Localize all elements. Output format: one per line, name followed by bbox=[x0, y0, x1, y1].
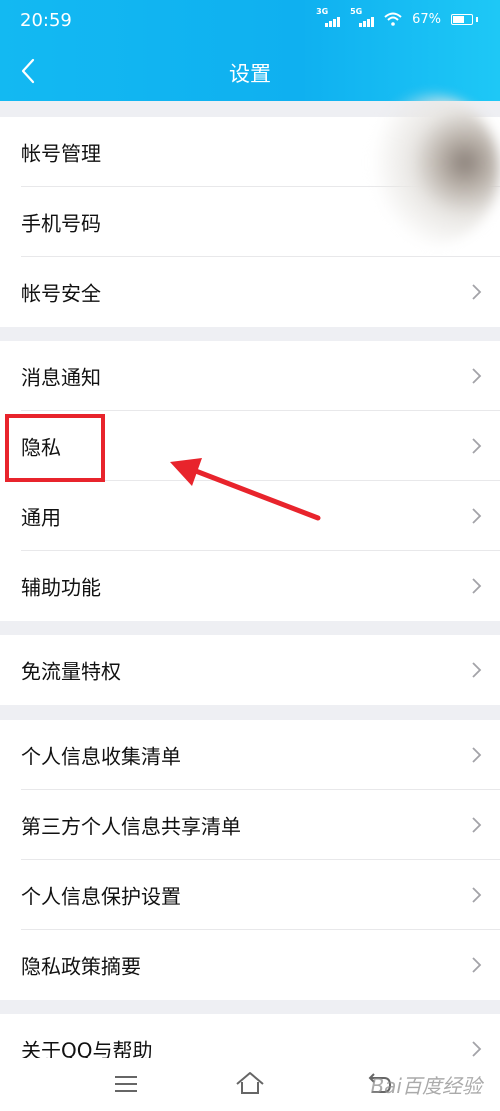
status-bar: 20:59 3G 5G 67% bbox=[0, 0, 500, 44]
network-type-1: 3G bbox=[316, 7, 329, 16]
app-header: 20:59 3G 5G 67% 设置 bbox=[0, 0, 500, 101]
settings-item-label: 消息通知 bbox=[21, 365, 101, 390]
settings-item-about-help[interactable]: 关于QQ与帮助 bbox=[0, 1014, 500, 1058]
signal-icon: 5G bbox=[350, 7, 375, 27]
settings-item-privacy-policy-summary[interactable]: 隐私政策摘要 bbox=[0, 930, 500, 1000]
chevron-right-icon bbox=[472, 1041, 482, 1057]
chevron-right-icon bbox=[472, 508, 482, 524]
home-icon[interactable] bbox=[234, 1068, 266, 1100]
settings-item-label: 帐号管理 bbox=[21, 141, 101, 166]
chevron-right-icon bbox=[472, 817, 482, 833]
avatar-blurred bbox=[360, 95, 500, 245]
chevron-right-icon bbox=[472, 887, 482, 903]
settings-item-account-security[interactable]: 帐号安全 bbox=[0, 257, 500, 327]
chevron-right-icon bbox=[472, 284, 482, 300]
battery-percent: 67% bbox=[412, 11, 441, 27]
status-time: 20:59 bbox=[20, 10, 72, 31]
settings-item-label: 辅助功能 bbox=[21, 575, 101, 600]
highlight-box bbox=[5, 414, 105, 482]
settings-item-free-data[interactable]: 免流量特权 bbox=[0, 635, 500, 705]
settings-item-label: 免流量特权 bbox=[21, 659, 121, 684]
signal-icon: 3G bbox=[316, 7, 341, 27]
settings-item-label: 个人信息保护设置 bbox=[21, 884, 181, 909]
arrow-annotation-icon bbox=[170, 458, 321, 521]
wifi-icon bbox=[384, 12, 402, 26]
chevron-right-icon bbox=[472, 578, 482, 594]
settings-group-about: 关于QQ与帮助 bbox=[0, 1014, 500, 1058]
chevron-right-icon bbox=[472, 662, 482, 678]
battery-icon bbox=[451, 13, 478, 25]
settings-item-notifications[interactable]: 消息通知 bbox=[0, 341, 500, 411]
chevron-right-icon bbox=[472, 747, 482, 763]
settings-item-info-collection-list[interactable]: 个人信息收集清单 bbox=[0, 720, 500, 790]
settings-item-label: 隐私政策摘要 bbox=[21, 954, 141, 979]
status-icons: 3G 5G 67% bbox=[316, 7, 478, 27]
chevron-right-icon bbox=[472, 368, 482, 384]
system-nav-bar: Bai百度经验 bbox=[0, 1058, 500, 1111]
settings-item-label: 关于QQ与帮助 bbox=[21, 1038, 153, 1059]
page-title: 设置 bbox=[229, 62, 271, 86]
settings-group-personal-info: 个人信息收集清单 第三方个人信息共享清单 个人信息保护设置 隐私政策摘要 bbox=[0, 720, 500, 1000]
menu-icon[interactable] bbox=[110, 1068, 142, 1100]
settings-item-label: 第三方个人信息共享清单 bbox=[21, 814, 241, 839]
settings-item-info-protection[interactable]: 个人信息保护设置 bbox=[0, 860, 500, 930]
chevron-right-icon bbox=[472, 438, 482, 454]
watermark: Bai百度经验 bbox=[370, 1074, 482, 1098]
settings-item-label: 手机号码 bbox=[21, 211, 101, 236]
settings-group-data: 免流量特权 bbox=[0, 635, 500, 705]
settings-item-label: 帐号安全 bbox=[21, 281, 101, 306]
chevron-right-icon bbox=[472, 957, 482, 973]
settings-item-third-party-sharing-list[interactable]: 第三方个人信息共享清单 bbox=[0, 790, 500, 860]
network-type-2: 5G bbox=[350, 7, 363, 16]
settings-item-accessibility[interactable]: 辅助功能 bbox=[0, 551, 500, 621]
settings-item-label: 通用 bbox=[21, 505, 61, 530]
settings-item-label: 个人信息收集清单 bbox=[21, 744, 181, 769]
